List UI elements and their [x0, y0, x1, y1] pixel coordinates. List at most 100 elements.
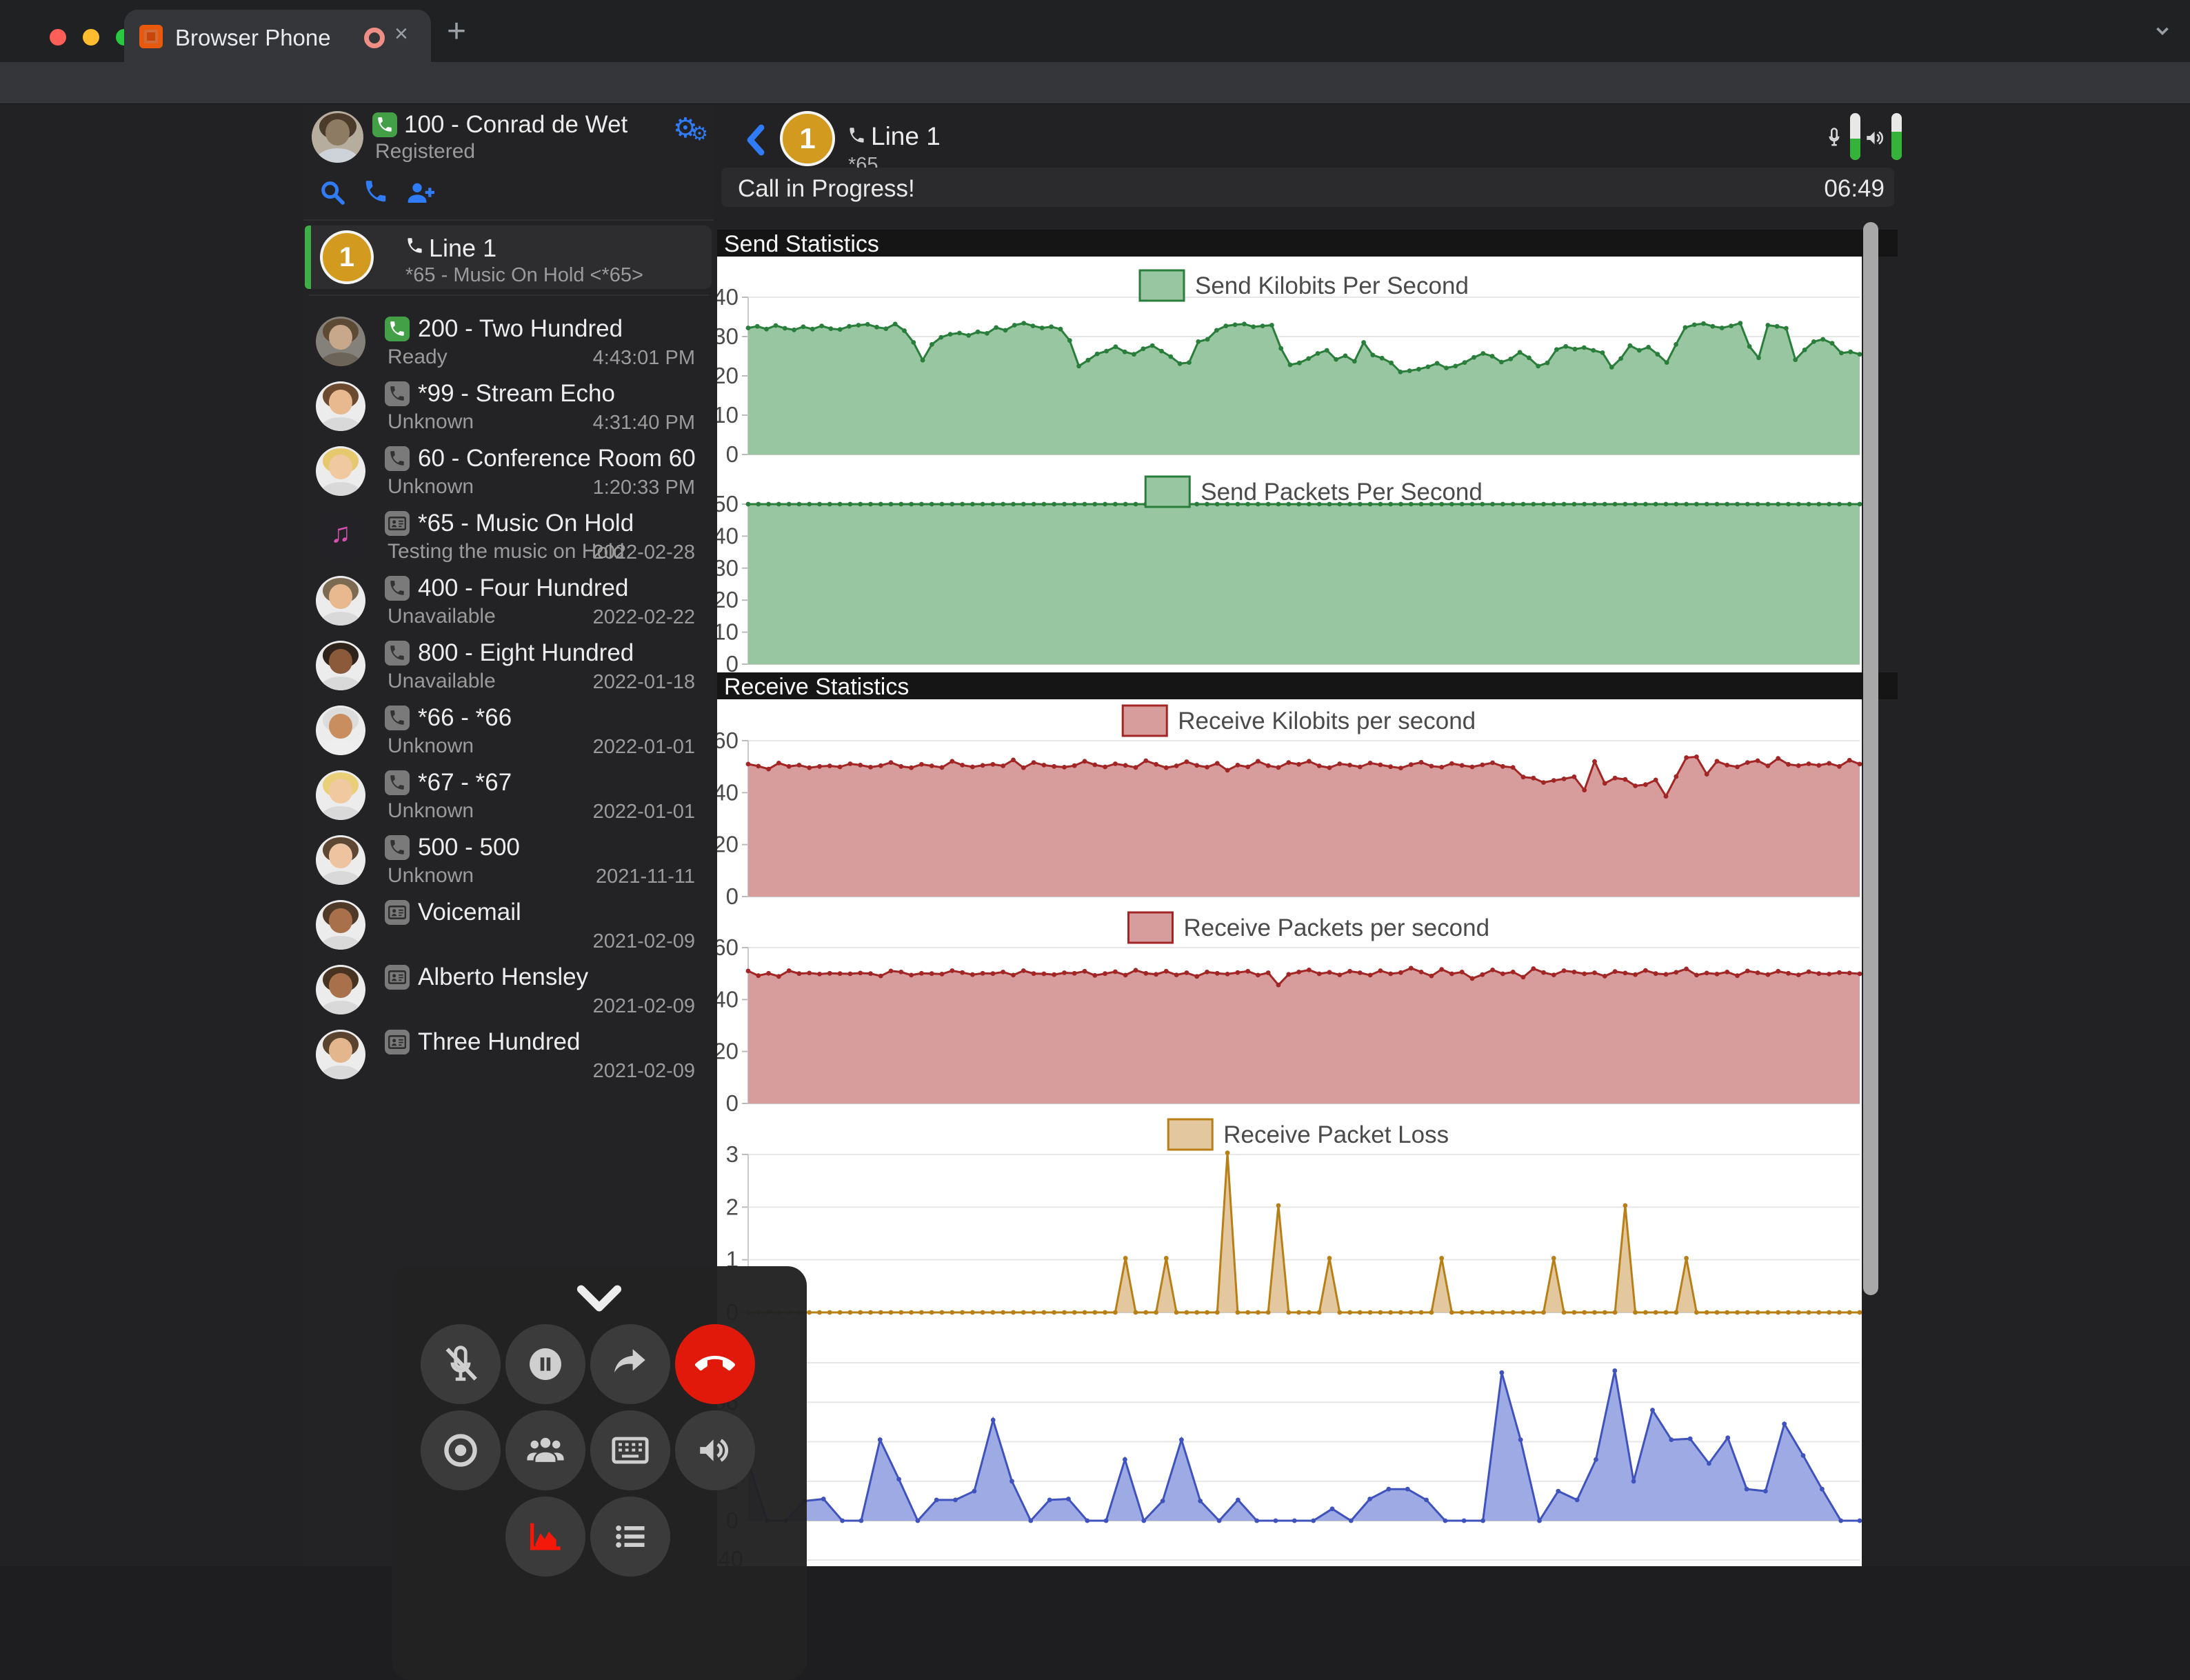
profile-avatar[interactable] [312, 111, 363, 163]
chart-send-kilobits-per-second: 40 30 20 10 0 Send Kilobits Per Second [717, 265, 1862, 471]
contact-name: 500 - 500 [418, 834, 520, 861]
contact-status: Unknown [388, 410, 474, 434]
contact-row[interactable]: *99 - Stream EchoUnknown4:31:40 PM [309, 376, 710, 437]
contact-avatar [316, 446, 365, 496]
conference-icon [525, 1430, 565, 1470]
line-number-badge: 1 [320, 230, 374, 284]
contact-avatar [316, 770, 365, 820]
svg-text:20: 20 [717, 587, 739, 612]
record-button[interactable] [421, 1410, 501, 1490]
search-icon[interactable] [319, 179, 346, 206]
svg-text:10: 10 [717, 619, 739, 645]
contact-row[interactable]: 60 - Conference Room 60Unknown1:20:33 PM [309, 441, 710, 501]
tab-close-icon[interactable]: × [394, 21, 408, 48]
svg-text:0: 0 [726, 1090, 739, 1116]
svg-text:20: 20 [717, 832, 739, 857]
macos-minimize-button[interactable] [83, 29, 99, 46]
contact-last-activity: 2022-01-01 [593, 801, 695, 823]
sidebar-item-line-1[interactable]: 1 Line 1 *65 - Music On Hold <*65> [305, 226, 712, 289]
speaker-level-icon [1864, 126, 1887, 150]
contact-avatar [316, 706, 365, 755]
svg-text:40: 40 [717, 284, 739, 310]
contact-row[interactable]: 800 - Eight HundredUnavailable2022-01-18 [309, 635, 710, 696]
svg-text:20: 20 [717, 1039, 739, 1064]
contact-status: Unknown [388, 864, 474, 888]
svg-text:50: 50 [717, 491, 739, 517]
contact-row[interactable]: Three Hundred 2021-02-09 [309, 1024, 710, 1085]
contact-phone-icon [385, 381, 410, 406]
speaker-level-meter [1891, 113, 1902, 160]
contact-row[interactable]: 200 - Two HundredReady4:43:01 PM [309, 311, 710, 372]
contact-status: Testing the music on Hold [388, 540, 625, 563]
keypad-button[interactable] [590, 1410, 670, 1490]
transfer-icon [610, 1344, 650, 1384]
conference-button[interactable] [505, 1410, 585, 1490]
browser-tab-strip: Browser Phone × + [0, 0, 2190, 62]
tab-search-chevron-icon[interactable] [2150, 18, 2175, 43]
mic-off-button[interactable] [421, 1324, 501, 1404]
svg-text:0: 0 [726, 883, 739, 909]
svg-text:20: 20 [717, 363, 739, 388]
contact-name: *67 - *67 [418, 769, 512, 797]
svg-text:40: 40 [717, 986, 739, 1012]
collapse-chevron-icon[interactable] [575, 1284, 623, 1314]
dial-phone-icon[interactable] [363, 179, 389, 205]
contact-name: *65 - Music On Hold [418, 510, 634, 537]
svg-text:Send Kilobits Per Second: Send Kilobits Per Second [1195, 272, 1469, 299]
svg-text:0: 0 [726, 441, 739, 467]
chart-hidden: 0.0080.0060.0040.0020 [717, 1321, 1862, 1537]
contact-avatar [316, 965, 365, 1014]
svg-text:Receive Packets per second: Receive Packets per second [1184, 914, 1490, 941]
contact-row[interactable]: ♫*65 - Music On HoldTesting the music on… [309, 506, 710, 566]
line-title: Line 1 [429, 234, 496, 263]
back-chevron-icon[interactable] [745, 123, 765, 157]
call-list-button[interactable] [590, 1497, 670, 1577]
stats-chart-button[interactable] [505, 1497, 585, 1577]
line-active-indicator [305, 226, 311, 289]
svg-text:0: 0 [726, 651, 739, 677]
hangup-button[interactable] [675, 1324, 755, 1404]
contact-row[interactable]: 400 - Four HundredUnavailable2022-02-22 [309, 570, 710, 631]
contact-phone-icon [385, 770, 410, 795]
contact-avatar [316, 1030, 365, 1079]
svg-text:10: 10 [717, 402, 739, 428]
hold-button[interactable] [505, 1324, 585, 1404]
contact-name: Three Hundred [418, 1028, 580, 1056]
contact-status: Unknown [388, 734, 474, 758]
call-line-title: Line 1 [871, 122, 941, 151]
speaker-button[interactable] [675, 1410, 755, 1490]
contact-row[interactable]: 500 - 500Unknown2021-11-11 [309, 830, 710, 890]
svg-text:40: 40 [717, 523, 739, 548]
new-tab-button[interactable]: + [447, 12, 466, 50]
line-subtitle: *65 - Music On Hold <*65> [405, 264, 643, 287]
call-line-number-badge: 1 [780, 111, 835, 166]
contact-row[interactable]: Alberto Hensley2021-02-09 [309, 959, 710, 1020]
contact-last-activity: 1:20:33 PM [593, 477, 695, 499]
contact-phone-icon [385, 446, 410, 471]
contact-name: *66 - *66 [418, 704, 512, 732]
contact-last-activity: 2022-02-22 [593, 606, 695, 629]
mic-off-icon [441, 1344, 481, 1384]
transfer-button[interactable] [590, 1324, 670, 1404]
svg-text:3: 3 [726, 1141, 739, 1167]
chart-receive-kilobits-per-second: 6040200Receive Kilobits per second [717, 700, 1862, 913]
svg-text:30: 30 [717, 323, 739, 349]
add-contact-icon[interactable] [405, 179, 436, 206]
contact-row[interactable]: Voicemail2021-02-09 [309, 894, 710, 955]
charts-scrollbar[interactable] [1863, 222, 1878, 1295]
contact-row[interactable]: *67 - *67Unknown2022-01-01 [309, 765, 710, 826]
browser-tab[interactable]: Browser Phone × [124, 10, 431, 62]
contact-last-activity: 2021-02-09 [593, 930, 695, 953]
contact-row[interactable]: *66 - *66Unknown2022-01-01 [309, 700, 710, 761]
call-phone-icon [847, 126, 866, 145]
macos-close-button[interactable] [50, 29, 66, 46]
svg-text:30: 30 [717, 555, 739, 581]
browser-phone-favicon-icon [139, 25, 163, 48]
send-statistics-header: Send Statistics [717, 230, 1898, 257]
chart-send-packets-per-second: 50403020100Send Packets Per Second [717, 471, 1862, 681]
contact-phone-icon [385, 706, 410, 730]
contact-avatar [316, 317, 365, 366]
contact-avatar [316, 576, 365, 626]
contact-last-activity: 2021-02-09 [593, 1060, 695, 1083]
stats-chart-icon [525, 1517, 565, 1557]
